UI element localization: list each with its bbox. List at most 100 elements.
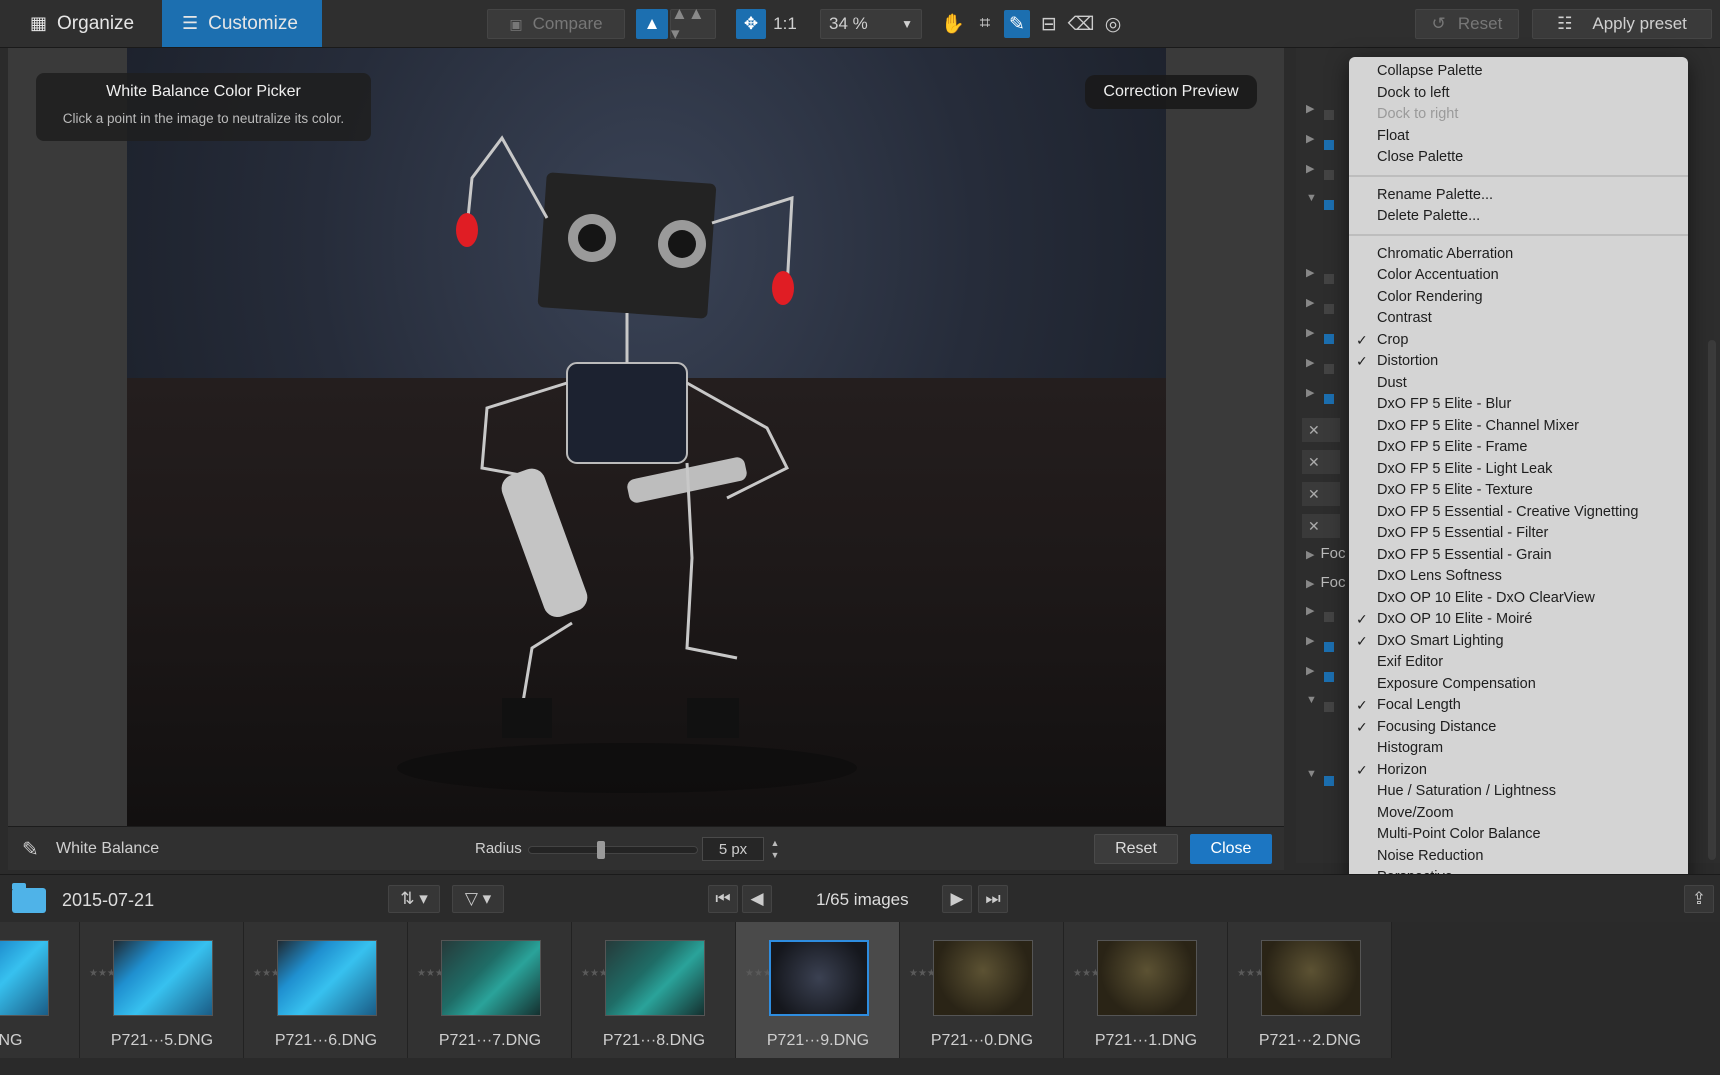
filter-button[interactable]: ▽ ▾ <box>452 885 504 913</box>
sort-button[interactable]: ⇅ ▾ <box>388 885 440 913</box>
menu-item[interactable]: Close Palette <box>1377 149 1463 170</box>
palette-row[interactable]: ▶ <box>1306 132 1336 158</box>
menu-item[interactable]: DxO FP 5 Elite - Frame <box>1377 439 1527 460</box>
menu-item[interactable]: Focusing Distance <box>1377 719 1496 740</box>
split-view-button[interactable]: ▲▲ ▾ <box>670 4 716 43</box>
menu-item[interactable]: Multi-Point Color Balance <box>1377 826 1541 847</box>
menu-item[interactable]: DxO FP 5 Essential - Filter <box>1377 525 1548 546</box>
zoom-select[interactable]: 34 % ▼ <box>820 9 922 39</box>
rating-stars[interactable]: ★★★★★ <box>745 967 790 980</box>
menu-item[interactable]: Histogram <box>1377 740 1443 761</box>
rating-stars[interactable]: ★★★★★ <box>909 967 954 980</box>
rating-stars[interactable]: ★★★★★ <box>89 967 134 980</box>
palette-row[interactable]: ▼ <box>1306 768 1336 794</box>
menu-item[interactable]: Exposure Compensation <box>1377 676 1536 697</box>
menu-item[interactable]: Rename Palette... <box>1377 187 1493 208</box>
palette-row[interactable]: ▶ <box>1306 326 1336 352</box>
horizon-tool[interactable]: ⊟ <box>1036 10 1062 38</box>
filmstrip-thumbnail[interactable]: ★★★★★ P721···9.DNG <box>736 922 900 1058</box>
palette-row[interactable]: ▶ <box>1306 634 1336 660</box>
filmstrip-thumbnail[interactable]: ★★★★★4.DNG <box>0 922 80 1058</box>
first-image-button[interactable]: ⏮ <box>708 885 738 913</box>
menu-item[interactable]: Move/Zoom <box>1377 805 1454 826</box>
palette-row[interactable]: ▶ <box>1306 102 1336 128</box>
palette-row[interactable]: ▶ <box>1306 296 1336 322</box>
last-image-button[interactable]: ⏭ <box>978 885 1008 913</box>
menu-item[interactable]: Collapse Palette <box>1377 63 1483 84</box>
filmstrip-thumbnail[interactable]: ★★★★★ P721···0.DNG <box>900 922 1064 1058</box>
menu-item[interactable]: Color Rendering <box>1377 289 1483 310</box>
reset-button[interactable]: ↺ Reset <box>1415 9 1519 39</box>
hand-tool[interactable]: ✋ <box>940 10 966 38</box>
menu-item[interactable]: Chromatic Aberration <box>1377 246 1513 267</box>
palette-row[interactable]: ▶ <box>1306 266 1336 292</box>
palette-close-row[interactable]: ✕ <box>1302 514 1340 538</box>
menu-item[interactable]: DxO FP 5 Elite - Channel Mixer <box>1377 418 1579 439</box>
local-adjust-tool[interactable]: ◎ <box>1100 10 1126 38</box>
fit-button[interactable]: ✥ <box>736 9 766 39</box>
palette-row[interactable]: ▶ <box>1306 604 1336 630</box>
palette-row[interactable]: ▼ <box>1306 192 1336 218</box>
menu-item[interactable]: Delete Palette... <box>1377 208 1480 229</box>
menu-item[interactable]: Exif Editor <box>1377 654 1443 675</box>
menu-item[interactable]: Focal Length <box>1377 697 1461 718</box>
palette-scrollbar[interactable] <box>1708 340 1716 860</box>
rating-stars[interactable]: ★★★★★ <box>253 967 298 980</box>
menu-item[interactable]: DxO OP 10 Elite - Moiré <box>1377 611 1532 632</box>
previous-image-button[interactable]: ◀ <box>742 885 772 913</box>
palette-row[interactable]: ▶ <box>1306 162 1336 188</box>
palette-row[interactable]: ▶ <box>1306 386 1336 412</box>
filmstrip-thumbnail[interactable]: ★★★★★ P721···2.DNG <box>1228 922 1392 1058</box>
export-button[interactable]: ⇪ <box>1684 885 1714 913</box>
menu-item[interactable]: Distortion <box>1377 353 1438 374</box>
filmstrip-thumbnail[interactable]: ★★★★★ P721···1.DNG <box>1064 922 1228 1058</box>
correction-preview-label[interactable]: Correction Preview <box>1085 75 1257 109</box>
filmstrip-thumbnail[interactable]: ★★★★★ P721···6.DNG <box>244 922 408 1058</box>
menu-item[interactable]: DxO Smart Lighting <box>1377 633 1504 654</box>
filmstrip-thumbnail[interactable]: ★★★★★ P721···5.DNG <box>80 922 244 1058</box>
palette-close-row[interactable]: ✕ <box>1302 418 1340 442</box>
menu-item[interactable]: Hue / Saturation / Lightness <box>1377 783 1556 804</box>
radius-stepper[interactable]: ▲ ▼ <box>768 837 782 861</box>
next-image-button[interactable]: ▶ <box>942 885 972 913</box>
crop-tool[interactable]: ⌗ <box>972 10 998 38</box>
radius-slider[interactable] <box>528 841 698 859</box>
menu-item[interactable]: Crop <box>1377 332 1408 353</box>
rating-stars[interactable]: ★★★★★ <box>417 967 462 980</box>
apply-preset-button[interactable]: ☷ Apply preset <box>1532 9 1712 39</box>
menu-item[interactable]: Horizon <box>1377 762 1427 783</box>
menu-item[interactable]: DxO OP 10 Elite - DxO ClearView <box>1377 590 1595 611</box>
palette-row-focal[interactable]: ▶ Foc <box>1306 545 1345 562</box>
single-view-button[interactable]: ▲ <box>636 9 668 39</box>
menu-item[interactable]: DxO FP 5 Essential - Grain <box>1377 547 1552 568</box>
compare-button[interactable]: ▣ Compare <box>487 9 625 39</box>
palette-row[interactable]: ▶ <box>1306 664 1336 690</box>
palette-row[interactable]: ▶ <box>1306 356 1336 382</box>
menu-item[interactable]: DxO FP 5 Elite - Light Leak <box>1377 461 1552 482</box>
radius-slider-handle[interactable] <box>597 841 605 859</box>
wb-reset-button[interactable]: Reset <box>1094 834 1178 864</box>
menu-item[interactable]: Dust <box>1377 375 1407 396</box>
filmstrip-thumbnail[interactable]: ★★★★★ P721···8.DNG <box>572 922 736 1058</box>
one-to-one-button[interactable]: 1:1 <box>768 9 802 39</box>
palette-close-row[interactable]: ✕ <box>1302 450 1340 474</box>
rating-stars[interactable]: ★★★★★ <box>1073 967 1118 980</box>
menu-item[interactable]: Float <box>1377 128 1409 149</box>
main-photo[interactable] <box>127 48 1166 826</box>
menu-item[interactable]: Contrast <box>1377 310 1432 331</box>
menu-item[interactable]: Color Accentuation <box>1377 267 1499 288</box>
rating-stars[interactable]: ★★★★★ <box>1237 967 1282 980</box>
menu-item[interactable]: Dock to left <box>1377 85 1450 106</box>
palette-close-row[interactable]: ✕ <box>1302 482 1340 506</box>
rating-stars[interactable]: ★★★★★ <box>581 967 626 980</box>
menu-item[interactable]: DxO Lens Softness <box>1377 568 1502 589</box>
repair-tool[interactable]: ⌫ <box>1068 10 1095 38</box>
menu-item[interactable]: Noise Reduction <box>1377 848 1483 869</box>
palette-row-focusing[interactable]: ▶ Foc <box>1306 574 1345 591</box>
menu-item[interactable]: DxO FP 5 Elite - Texture <box>1377 482 1533 503</box>
menu-item[interactable]: DxO FP 5 Elite - Blur <box>1377 396 1511 417</box>
wb-close-button[interactable]: Close <box>1190 834 1272 864</box>
white-balance-picker-tool[interactable]: ✎ <box>1004 10 1030 38</box>
filmstrip-thumbnail[interactable]: ★★★★★ P721···7.DNG <box>408 922 572 1058</box>
menu-item[interactable]: DxO FP 5 Essential - Creative Vignetting <box>1377 504 1638 525</box>
